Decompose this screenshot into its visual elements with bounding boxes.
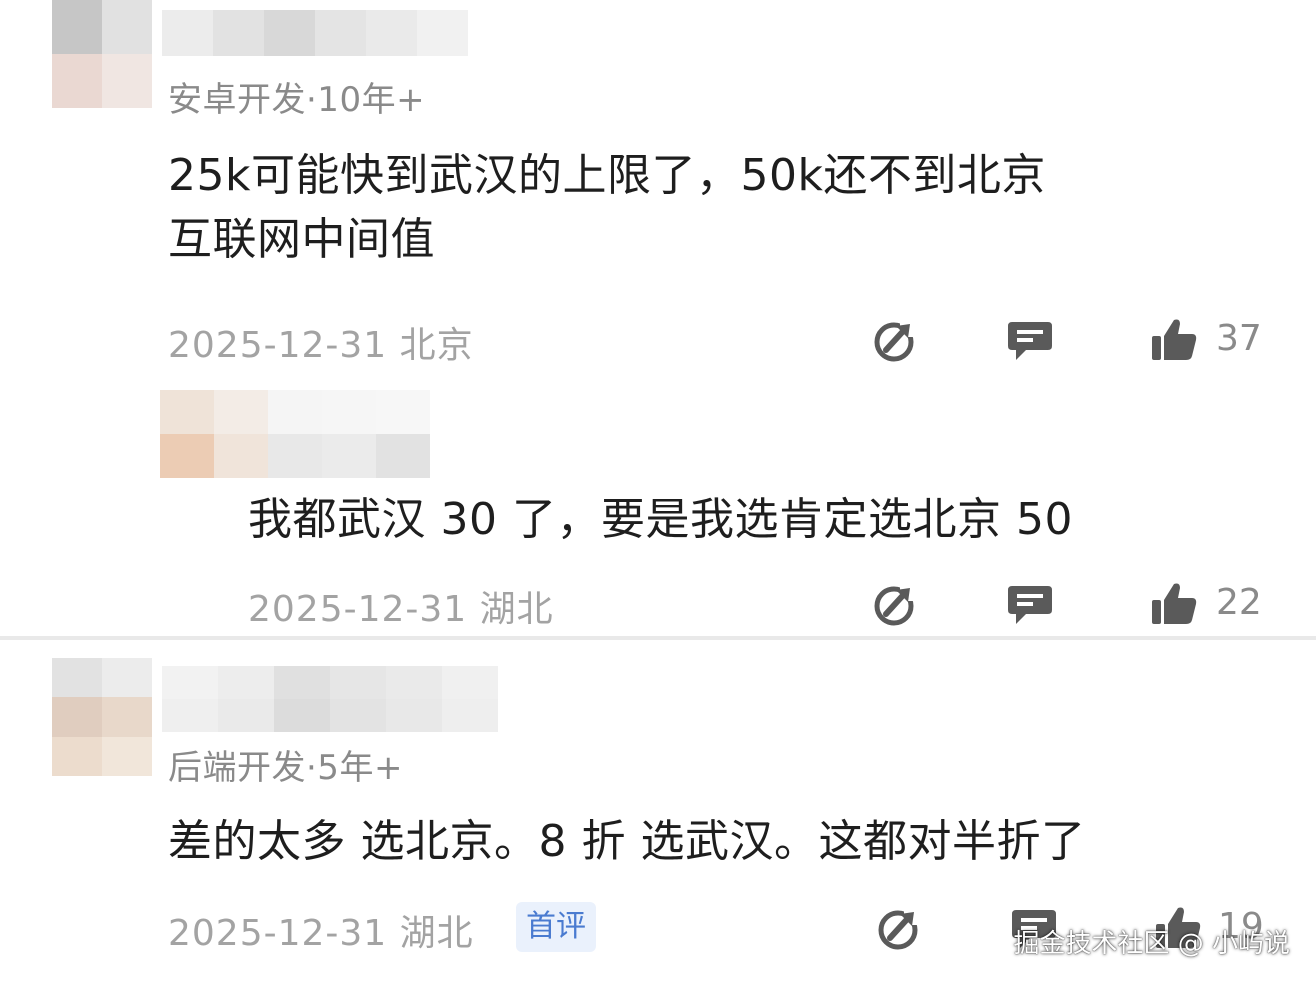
comment-text: 25k可能快到武汉的上限了，50k还不到北京 互联网中间值 xyxy=(168,144,1046,272)
username-blurred[interactable] xyxy=(162,666,498,732)
comment-text: 差的太多 选北京。8 折 选武汉。这都对半折了 xyxy=(168,810,1085,874)
divider xyxy=(0,636,1316,640)
username-blurred[interactable] xyxy=(162,10,468,56)
comment-text-line: 互联网中间值 xyxy=(168,214,435,265)
date-location: 2025-12-31 湖北 xyxy=(168,913,474,954)
avatar[interactable] xyxy=(52,0,152,108)
share-icon[interactable] xyxy=(872,316,920,364)
comment-text-line: 25k可能快到武汉的上限了，50k还不到北京 xyxy=(168,150,1046,201)
share-icon[interactable] xyxy=(872,580,920,628)
date-location: 2025-12-31 北京 xyxy=(168,325,474,366)
comment-text-line: 我都武汉 30 了，要是我选肯定选北京 50 xyxy=(248,494,1073,545)
like-count: 22 xyxy=(1216,582,1262,623)
reply-icon[interactable] xyxy=(1006,316,1054,364)
date-location: 2025-12-31 湖北 xyxy=(248,589,554,630)
comment-text-line: 差的太多 选北京。8 折 选武汉。这都对半折了 xyxy=(168,816,1086,867)
like-icon[interactable] xyxy=(1150,316,1198,364)
watermark: 掘金技术社区 @ 小屿说 xyxy=(1013,929,1290,959)
comment-text: 我都武汉 30 了，要是我选肯定选北京 50 xyxy=(248,488,1073,552)
like-count: 37 xyxy=(1216,318,1262,359)
author-role: 后端开发·5年+ xyxy=(168,748,403,788)
share-icon[interactable] xyxy=(876,904,924,952)
reply-icon[interactable] xyxy=(1006,580,1054,628)
first-comment-badge: 首评 xyxy=(516,902,596,952)
like-icon[interactable] xyxy=(1150,580,1198,628)
author-role: 安卓开发·10年+ xyxy=(168,80,426,120)
avatar-username-blurred[interactable] xyxy=(160,390,430,478)
avatar[interactable] xyxy=(52,658,152,776)
